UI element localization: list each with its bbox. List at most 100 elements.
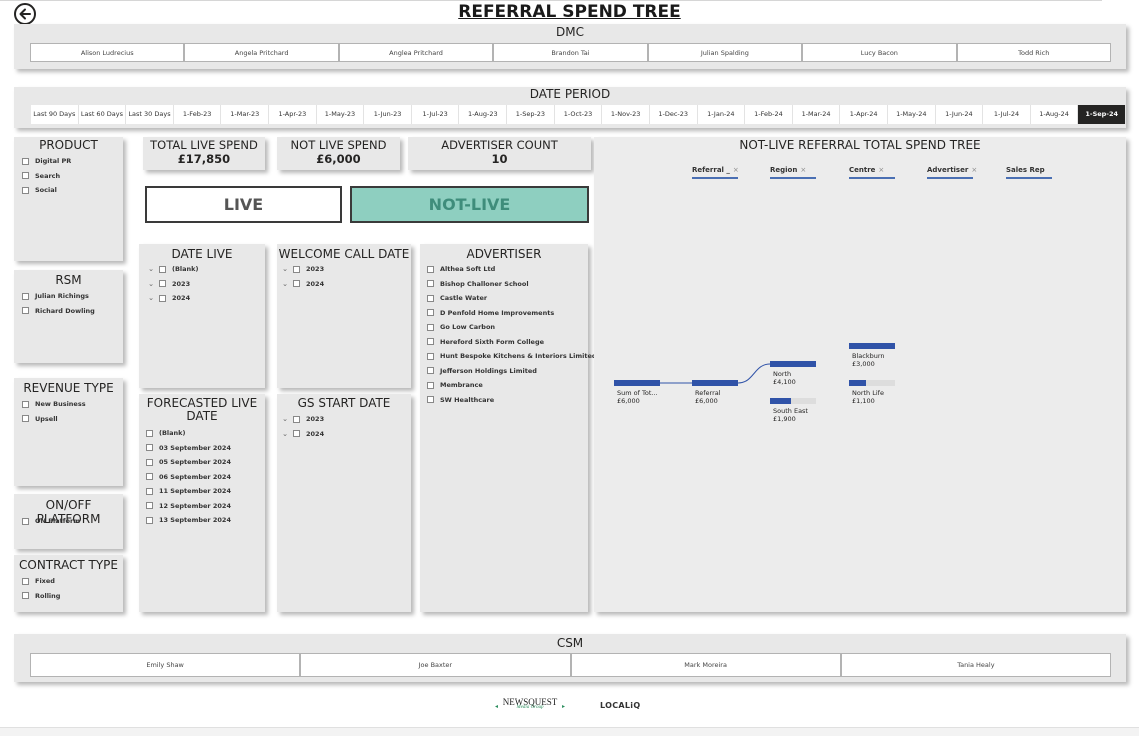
csm-tile[interactable]: Joe Baxter bbox=[300, 653, 571, 677]
dmc-tile[interactable]: Angela Pritchard bbox=[184, 43, 339, 62]
tree-south-east-node-bar[interactable] bbox=[770, 398, 816, 404]
revenue-type-option[interactable]: Upsell bbox=[22, 412, 86, 427]
tree-north-life-node-bar[interactable] bbox=[849, 380, 895, 386]
advertiser-option[interactable]: Go Low Carbon bbox=[427, 320, 597, 335]
checkbox[interactable] bbox=[146, 487, 153, 495]
welcome-call-option[interactable]: ⌄ 2024 bbox=[281, 277, 324, 292]
checkbox[interactable] bbox=[427, 338, 434, 346]
tree-level-header[interactable]: Referral _ × bbox=[692, 166, 739, 179]
revenue-type-option[interactable]: New Business bbox=[22, 397, 86, 412]
tree-north-node-bar[interactable] bbox=[770, 361, 816, 367]
checkbox[interactable] bbox=[427, 396, 434, 404]
checkbox[interactable] bbox=[146, 516, 153, 524]
date-period-tile[interactable]: 1-Jan-24 bbox=[697, 105, 746, 124]
checkbox[interactable] bbox=[22, 307, 29, 315]
date-period-tile[interactable]: 1-Jul-24 bbox=[983, 105, 1031, 124]
date-live-option[interactable]: ⌄ (Blank) bbox=[147, 262, 198, 277]
checkbox[interactable] bbox=[159, 280, 166, 288]
checkbox[interactable] bbox=[427, 323, 434, 331]
date-period-tile[interactable]: 1-May-24 bbox=[887, 105, 936, 124]
checkbox[interactable] bbox=[22, 400, 29, 408]
checkbox[interactable] bbox=[293, 430, 300, 438]
checkbox[interactable] bbox=[427, 367, 434, 375]
tree-level-header[interactable]: Centre × bbox=[849, 166, 895, 179]
date-period-tile[interactable]: 1-Nov-23 bbox=[602, 105, 650, 124]
date-period-tile[interactable]: 1-Mar-24 bbox=[792, 105, 841, 124]
product-option[interactable]: Search bbox=[22, 169, 71, 184]
dmc-tile[interactable]: Alison Ludrecius bbox=[30, 43, 185, 62]
close-icon[interactable]: × bbox=[733, 166, 739, 174]
date-period-tile[interactable]: Last 60 Days bbox=[78, 105, 127, 124]
forecasted-live-option[interactable]: 06 September 2024 bbox=[146, 470, 231, 485]
checkbox[interactable] bbox=[146, 429, 153, 437]
forecasted-live-option[interactable]: (Blank) bbox=[146, 426, 231, 441]
product-option[interactable]: Digital PR bbox=[22, 154, 71, 169]
date-period-tile[interactable]: 1-Mar-23 bbox=[221, 105, 270, 124]
dmc-tile[interactable]: Todd Rich bbox=[956, 43, 1111, 62]
checkbox[interactable] bbox=[146, 444, 153, 452]
chevron-down-icon[interactable]: ⌄ bbox=[281, 265, 289, 273]
checkbox[interactable] bbox=[293, 265, 300, 273]
dmc-tile[interactable]: Brandon Tai bbox=[493, 43, 648, 62]
checkbox[interactable] bbox=[427, 265, 434, 273]
advertiser-option[interactable]: Althea Soft Ltd bbox=[427, 262, 597, 277]
close-icon[interactable]: × bbox=[800, 166, 806, 174]
csm-tile[interactable]: Mark Moreira bbox=[570, 653, 841, 677]
checkbox[interactable] bbox=[293, 415, 300, 423]
gs-start-option[interactable]: ⌄ 2023 bbox=[281, 412, 324, 427]
dmc-tile[interactable]: Lucy Bacon bbox=[802, 43, 957, 62]
checkbox[interactable] bbox=[427, 309, 434, 317]
chevron-down-icon[interactable]: ⌄ bbox=[147, 280, 155, 288]
checkbox[interactable] bbox=[22, 592, 29, 600]
date-period-tile[interactable]: 1-Aug-23 bbox=[459, 105, 508, 124]
rsm-option[interactable]: Richard Dowling bbox=[22, 304, 95, 319]
checkbox[interactable] bbox=[22, 157, 29, 165]
date-live-option[interactable]: ⌄ 2024 bbox=[147, 291, 198, 306]
checkbox[interactable] bbox=[427, 294, 434, 302]
date-period-tile[interactable]: 1-Jul-23 bbox=[411, 105, 460, 124]
forecasted-live-option[interactable]: 13 September 2024 bbox=[146, 513, 231, 528]
live-button[interactable]: LIVE bbox=[145, 186, 342, 223]
date-period-tile[interactable]: Last 30 Days bbox=[126, 105, 174, 124]
checkbox[interactable] bbox=[22, 415, 29, 423]
dmc-tile[interactable]: Julian Spalding bbox=[647, 43, 803, 62]
advertiser-option[interactable]: Hereford Sixth Form College bbox=[427, 335, 597, 350]
checkbox[interactable] bbox=[146, 502, 153, 510]
tree-root-node-bar[interactable] bbox=[614, 380, 660, 386]
tree-level-header[interactable]: Sales Rep bbox=[1006, 166, 1052, 179]
date-period-tile[interactable]: 1-Oct-23 bbox=[554, 105, 603, 124]
advertiser-option[interactable]: Castle Water bbox=[427, 291, 597, 306]
product-option[interactable]: Social bbox=[22, 183, 71, 198]
chevron-down-icon[interactable]: ⌄ bbox=[281, 430, 289, 438]
date-period-tile[interactable]: 1-Feb-23 bbox=[173, 105, 222, 124]
date-period-tile[interactable]: 1-Feb-24 bbox=[745, 105, 793, 124]
date-period-tile[interactable]: 1-Apr-24 bbox=[840, 105, 888, 124]
date-period-tile[interactable]: Last 90 Days bbox=[31, 105, 79, 124]
checkbox[interactable] bbox=[427, 280, 434, 288]
date-period-tile[interactable]: 1-Aug-24 bbox=[1030, 105, 1079, 124]
tree-level-header[interactable]: Region × bbox=[770, 166, 816, 179]
tree-blackburn-node-bar[interactable] bbox=[849, 343, 895, 349]
close-icon[interactable]: × bbox=[971, 166, 977, 174]
advertiser-option[interactable]: SW Healthcare bbox=[427, 393, 597, 408]
contract-type-option[interactable]: Rolling bbox=[22, 589, 60, 604]
date-period-tile[interactable]: 1-Jun-24 bbox=[935, 105, 984, 124]
advertiser-option[interactable]: D Penfold Home Improvements bbox=[427, 306, 597, 321]
checkbox[interactable] bbox=[293, 280, 300, 288]
checkbox[interactable] bbox=[146, 473, 153, 481]
gs-start-option[interactable]: ⌄ 2024 bbox=[281, 427, 324, 442]
rsm-option[interactable]: Julian Richings bbox=[22, 289, 95, 304]
checkbox[interactable] bbox=[22, 186, 29, 194]
chevron-down-icon[interactable]: ⌄ bbox=[147, 294, 155, 302]
date-period-tile[interactable]: 1-Jun-23 bbox=[364, 105, 412, 124]
chevron-down-icon[interactable]: ⌄ bbox=[147, 265, 155, 273]
advertiser-option[interactable]: Hunt Bespoke Kitchens & Interiors Limite… bbox=[427, 349, 597, 364]
checkbox[interactable] bbox=[427, 352, 434, 360]
forecasted-live-option[interactable]: 12 September 2024 bbox=[146, 499, 231, 514]
dmc-tile[interactable]: Anglea Pritchard bbox=[338, 43, 494, 62]
checkbox[interactable] bbox=[22, 172, 29, 180]
forecasted-live-option[interactable]: 03 September 2024 bbox=[146, 441, 231, 456]
tree-level-header[interactable]: Advertiser × bbox=[927, 166, 977, 179]
date-period-tile[interactable]: 1-May-23 bbox=[316, 105, 365, 124]
advertiser-option[interactable]: Jefferson Holdings Limited bbox=[427, 364, 597, 379]
